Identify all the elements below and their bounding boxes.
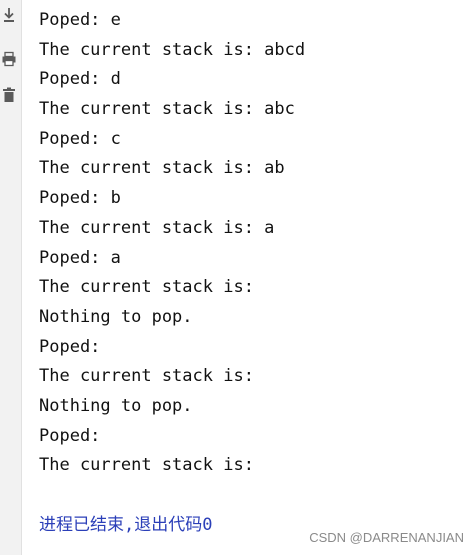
console-line: Poped: b: [39, 188, 121, 209]
console-line: Poped: e: [39, 10, 121, 30]
console-line: The current stack is:: [39, 455, 254, 476]
console-line: The current stack is: ab: [39, 158, 285, 179]
print-icon[interactable]: [0, 48, 18, 70]
console-line: The current stack is: abc: [39, 99, 295, 120]
console-line: Poped:: [39, 425, 101, 446]
console-line: The current stack is:: [39, 277, 254, 298]
console-toolbar: [0, 0, 22, 555]
watermark: CSDN @DARRENANJIAN: [309, 530, 464, 545]
console-line: Nothing to pop.: [39, 395, 193, 416]
scroll-to-end-icon[interactable]: [0, 4, 18, 26]
console-line: The current stack is: abcd: [39, 39, 306, 60]
console-line: Poped: a: [39, 247, 121, 268]
console-line: Poped: d: [39, 69, 121, 90]
trash-icon[interactable]: [0, 84, 18, 106]
console-line: Poped:: [39, 336, 101, 357]
console-line: Nothing to pop.: [39, 306, 193, 327]
console-output: Poped: e The current stack is: abcd Pope…: [39, 6, 464, 540]
console-line: The current stack is: a: [39, 217, 275, 238]
console-line: Poped: c: [39, 128, 121, 149]
console-line: The current stack is:: [39, 366, 254, 387]
